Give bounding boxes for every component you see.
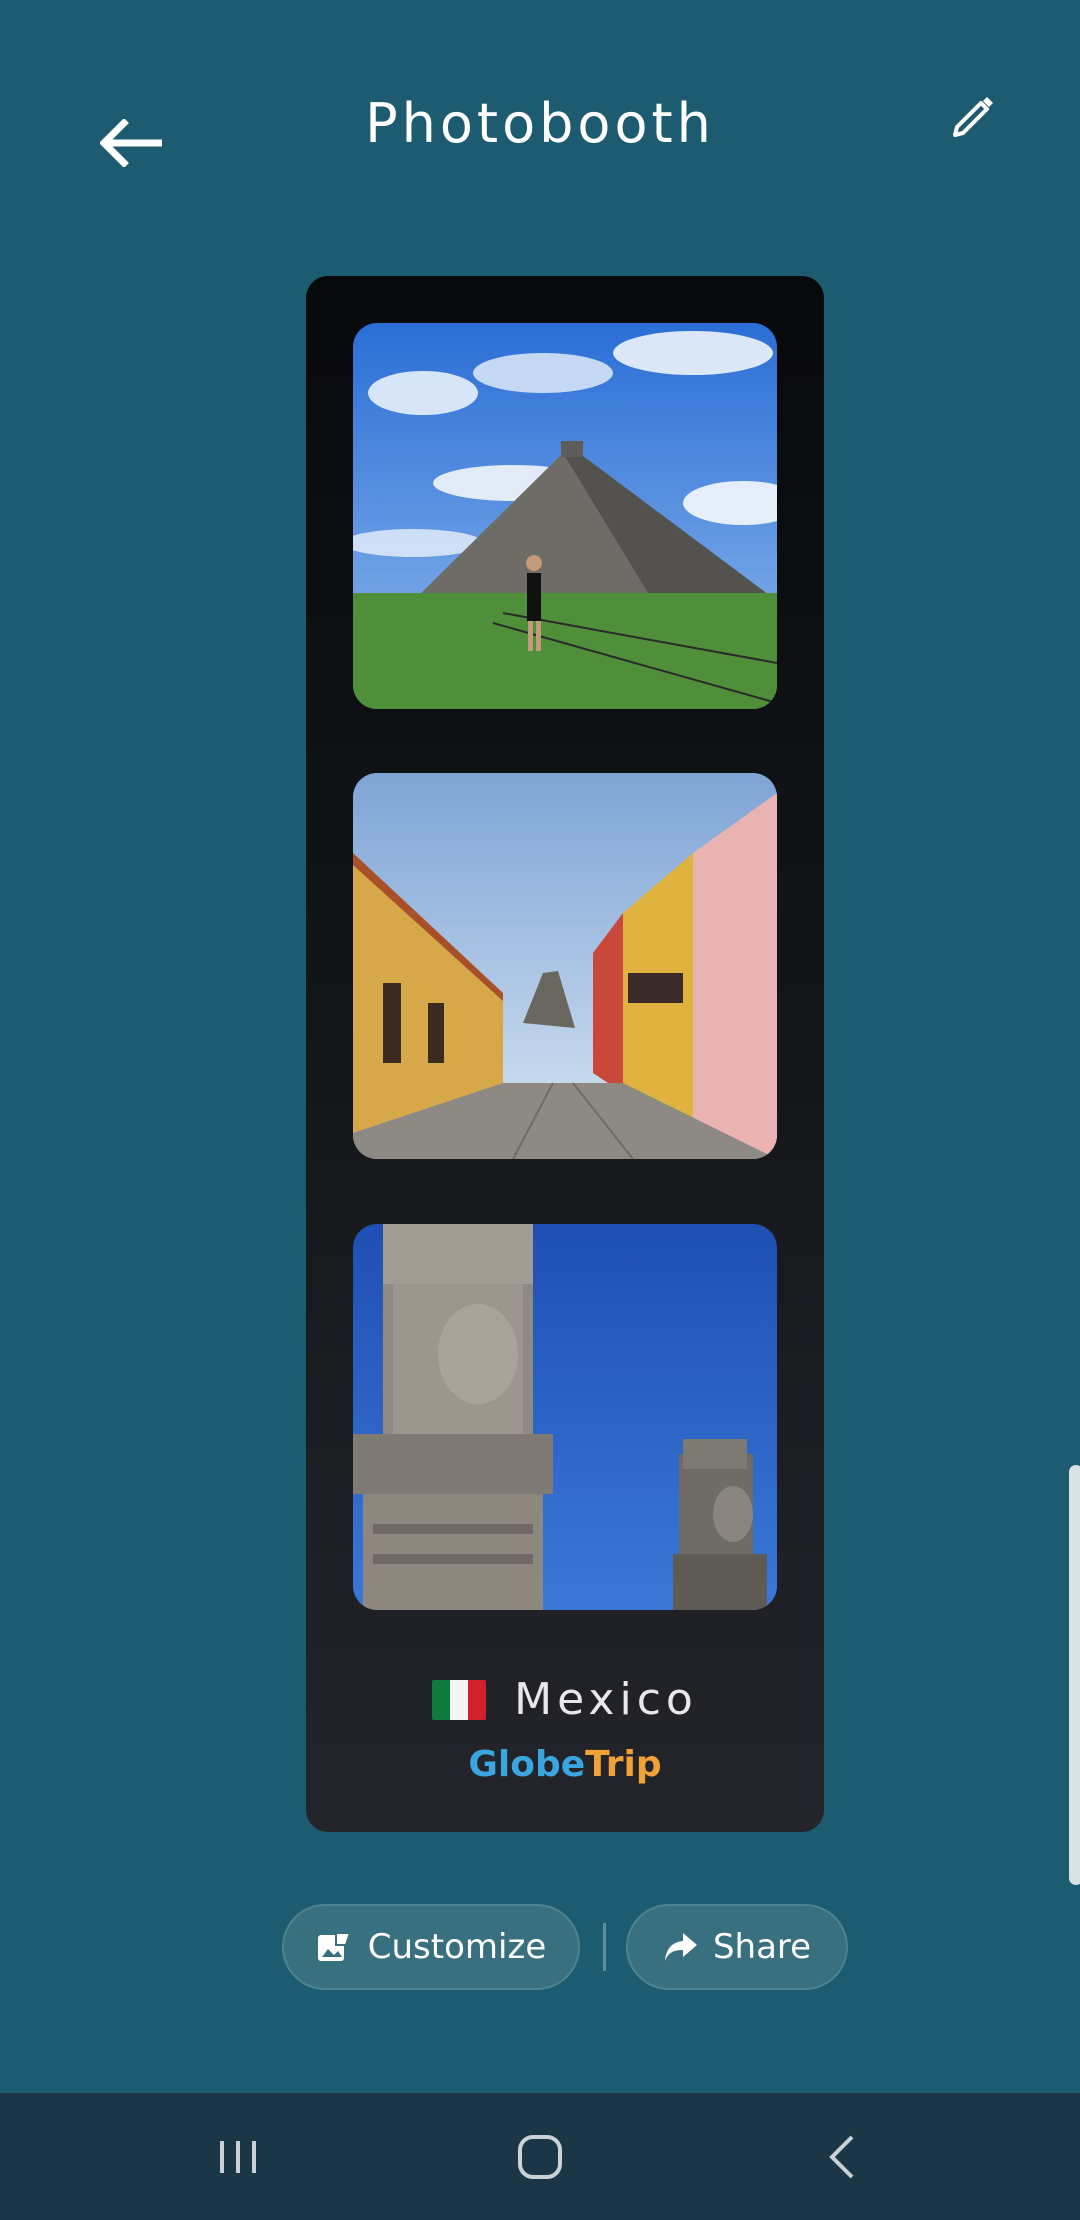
share-icon [664, 1933, 697, 1961]
home-icon [518, 2134, 562, 2179]
share-button[interactable]: Share [626, 1904, 848, 1990]
country-name: Mexico [514, 1674, 698, 1725]
system-back-button[interactable] [782, 2093, 902, 2220]
action-bar: Customize Share [0, 1904, 1080, 1990]
customize-label: Customize [367, 1927, 547, 1967]
pyramid-photo [353, 323, 777, 709]
customize-button[interactable]: Customize [282, 1904, 580, 1990]
action-divider [603, 1923, 606, 1971]
edit-button[interactable] [944, 86, 1004, 146]
customize-icon [317, 1932, 352, 1961]
home-button[interactable] [480, 2093, 600, 2220]
street-photo [353, 773, 777, 1159]
share-label: Share [712, 1927, 812, 1967]
pencil-icon [953, 97, 993, 137]
photo-strip: Mexico GlobeTrip [306, 276, 824, 1832]
recent-apps-icon [220, 2140, 256, 2173]
system-nav-bar [0, 2093, 1080, 2220]
app-header: Photobooth [0, 0, 1080, 200]
brand-part-trip: Trip [585, 1744, 662, 1785]
strip-caption: Mexico [306, 1674, 824, 1725]
brand-part-globe: Globe [468, 1744, 586, 1785]
scrollbar-handle[interactable] [1069, 1465, 1080, 1885]
brand-logo: GlobeTrip [306, 1744, 824, 1785]
back-icon [829, 2135, 854, 2178]
page-title: Photobooth [365, 92, 715, 155]
recent-apps-button[interactable] [178, 2093, 298, 2220]
mexico-flag-icon [432, 1679, 487, 1720]
statues-photo [353, 1224, 777, 1610]
